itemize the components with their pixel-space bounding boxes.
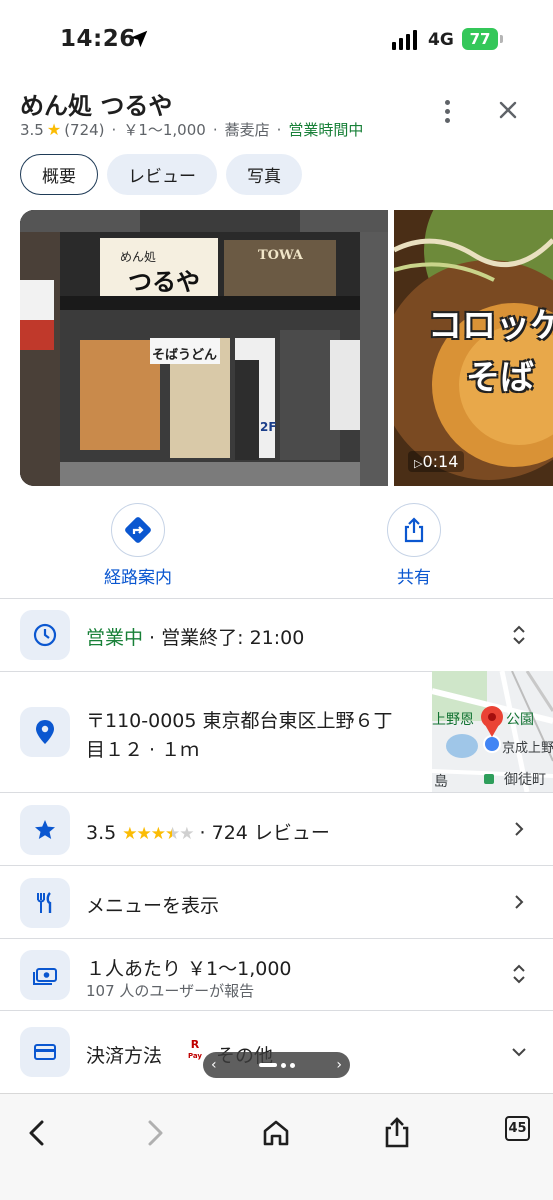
restaurant-icon (20, 878, 70, 928)
divider (0, 1010, 553, 1011)
sign-line-5: 2F (260, 420, 277, 434)
browser-toolbar (0, 1093, 553, 1200)
tab-reviews[interactable]: レビュー (107, 154, 217, 195)
hours-separator: · (143, 627, 162, 649)
credit-card-icon (20, 1027, 70, 1077)
price-label: １人あたり ￥1〜1,000 (86, 958, 292, 980)
directions-button[interactable]: 経路案内 (83, 503, 193, 588)
overlay-line-1: コロッケ (428, 306, 553, 346)
map-label-4: 御徒町 (504, 772, 546, 788)
dish-video-thumbnail[interactable]: コロッケ そば (394, 210, 553, 486)
map-label-1: 上野恩 (432, 712, 474, 728)
chevron-right-icon[interactable] (508, 891, 530, 913)
battery-indicator: 77 (462, 28, 498, 50)
place-meta: 3.5 ★ (724) · ￥1〜1,000 · 蕎麦店 · 営業時間中 (20, 119, 363, 140)
menu-label: メニューを表示 (86, 895, 220, 917)
reviews-rating: 3.5 (86, 822, 117, 844)
price-range: ￥1〜1,000 (123, 121, 206, 139)
address-line-1: 〒110-0005 東京都台東区上野６丁 (86, 710, 393, 732)
star-icon: ★ (46, 120, 62, 139)
network-type: 4G (428, 30, 454, 50)
map-thumbnail[interactable]: 上野恩 公園 京成上野 御徒町 島 (432, 671, 553, 792)
chevron-left-icon[interactable]: ‹ (211, 1057, 217, 1073)
map-label-2: 公園 (506, 712, 534, 728)
overlay-line-2: そば (466, 358, 534, 398)
rating-stars-icon: ★★★★ (122, 824, 180, 844)
storefront-photo[interactable]: めん処 つるや TOWA そばうどん 2F (20, 210, 388, 486)
share-icon[interactable] (380, 1116, 414, 1150)
tab-swipe-pill[interactable]: ‹ › (203, 1052, 350, 1078)
directions-label: 経路案内 (104, 568, 172, 588)
battery-tip (500, 35, 503, 43)
directions-circle (111, 503, 165, 557)
rating-value: 3.5 (20, 120, 44, 139)
hours-status: 営業中 (86, 627, 144, 649)
share-icon (404, 517, 424, 543)
reviews-count: · 724 レビュー (199, 822, 330, 844)
reviews-text: 3.5 ★★★★★ · 724 レビュー (86, 818, 330, 845)
sign-line-3: TOWA (258, 248, 303, 263)
tab-bar: 概要 レビュー 写真 (20, 154, 302, 195)
home-icon[interactable] (259, 1116, 293, 1150)
tabs-count-button[interactable]: 45 (505, 1116, 530, 1141)
dish-illustration (394, 210, 553, 486)
share-label: 共有 (397, 568, 431, 588)
page-dots (258, 1062, 295, 1068)
divider (0, 598, 553, 599)
address-line-2: 目１２ · １ｍ (86, 739, 200, 761)
video-duration: ▷0:14 (408, 451, 465, 472)
clock-icon (20, 610, 70, 660)
share-button[interactable]: 共有 (359, 503, 469, 588)
location-pin-icon (20, 707, 70, 757)
price-sub: 107 人のユーザーが報告 (86, 982, 255, 1000)
share-circle (387, 503, 441, 557)
divider (0, 865, 553, 866)
sign-line-2: つるや (128, 268, 200, 296)
chevron-down-icon[interactable] (508, 1041, 530, 1063)
divider (0, 792, 553, 793)
meta-separator: · (276, 120, 282, 139)
map-label-3: 京成上野 (502, 741, 553, 756)
location-arrow-icon (130, 30, 148, 48)
meta-separator: · (111, 120, 117, 139)
tab-overview[interactable]: 概要 (20, 154, 98, 195)
status-time: 14:26 (60, 26, 136, 52)
map-label-5: 島 (434, 774, 448, 790)
sign-line-4: そばうどん (152, 348, 218, 363)
review-count: (724) (64, 120, 105, 139)
star-outline-icon (20, 805, 70, 855)
tab-photos[interactable]: 写真 (226, 154, 302, 195)
more-options-icon[interactable] (434, 96, 460, 126)
chevron-right-icon[interactable]: › (336, 1057, 342, 1073)
video-duration-text: 0:14 (422, 452, 459, 471)
expand-icon[interactable] (508, 963, 530, 985)
back-icon[interactable] (20, 1116, 54, 1150)
close-icon[interactable] (494, 96, 522, 124)
divider (0, 938, 553, 939)
payment-label: 決済方法 (86, 1045, 163, 1067)
open-status: 営業時間中 (288, 121, 364, 139)
meta-separator: · (212, 120, 218, 139)
chevron-right-icon[interactable] (508, 818, 530, 840)
directions-icon (125, 517, 151, 543)
rakuten-pay-icon: R Pay (187, 1038, 202, 1060)
place-title: めん処 つるや (20, 92, 173, 120)
status-bar: 14:26 4G 77 (0, 0, 553, 80)
rating-stars-empty-icon: ★ (179, 824, 194, 844)
signal-icon (392, 30, 417, 50)
expand-icon[interactable] (508, 624, 530, 646)
money-icon (20, 950, 70, 1000)
forward-icon[interactable] (138, 1116, 172, 1150)
place-category: 蕎麦店 (224, 121, 270, 139)
hours-text: 営業中 · 営業終了: 21:00 (86, 623, 304, 650)
hours-detail: 営業終了: 21:00 (161, 627, 305, 649)
